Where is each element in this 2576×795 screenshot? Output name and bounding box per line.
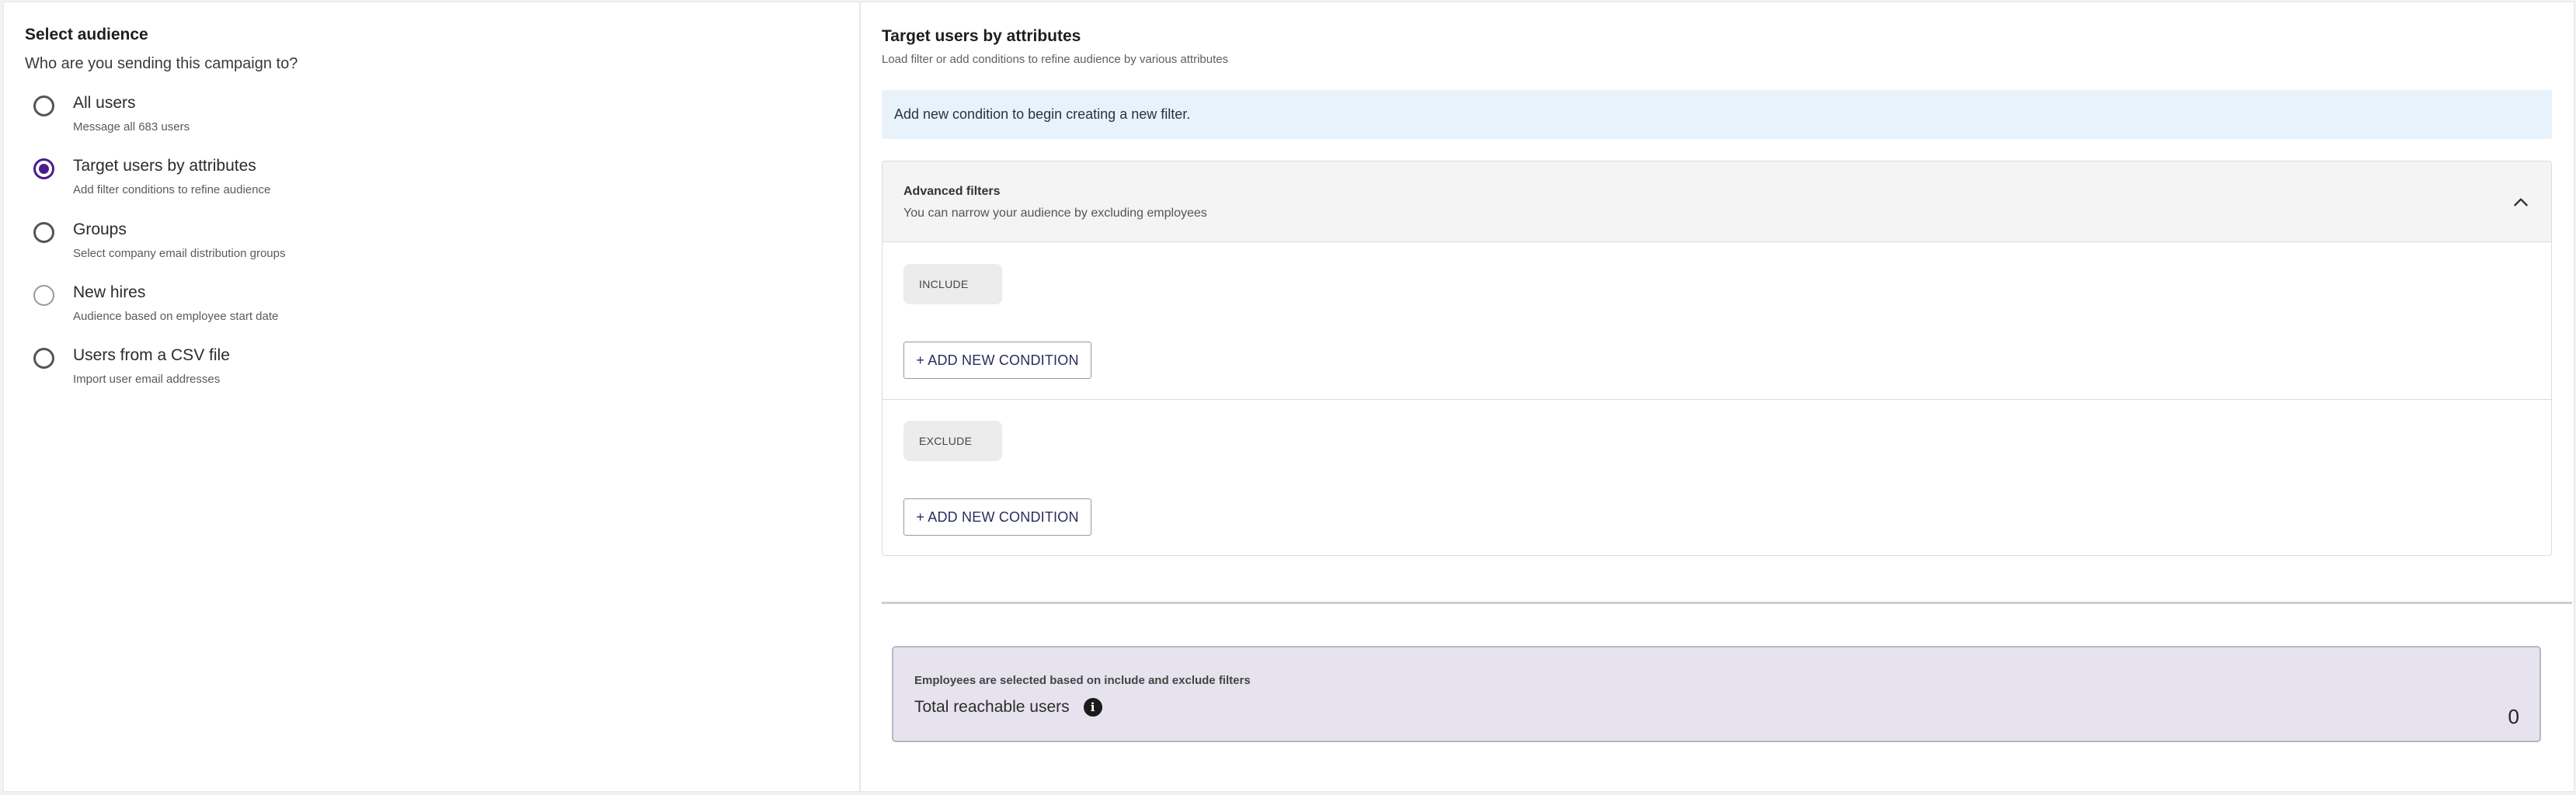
- section-subtitle: Load filter or add conditions to refine …: [882, 53, 1229, 66]
- target-attributes-section: Target users by attributes Load filter o…: [861, 2, 2574, 791]
- info-banner: Add new condition to begin creating a ne…: [882, 90, 2552, 139]
- section-divider: [882, 602, 2572, 604]
- section-title: Target users by attributes: [882, 27, 1081, 45]
- section-question: Who are you sending this campaign to?: [25, 55, 298, 72]
- option-description: Audience based on employee start date: [73, 310, 279, 323]
- option-csv-file[interactable]: Users from a CSV file Import user email …: [33, 346, 230, 386]
- reachable-users-card: Employees are selected based on include …: [892, 646, 2541, 742]
- audience-panel: Select audience Who are you sending this…: [3, 2, 2574, 792]
- option-description: Message all 683 users: [73, 120, 190, 134]
- advanced-filters-subtitle: You can narrow your audience by excludin…: [903, 207, 1207, 220]
- option-new-hires[interactable]: New hires Audience based on employee sta…: [33, 283, 279, 323]
- include-chip: INCLUDE: [903, 264, 1002, 304]
- advanced-filters-title: Advanced filters: [903, 185, 1001, 198]
- reach-label: Total reachable users: [914, 698, 1070, 716]
- advanced-filters-panel: Advanced filters You can narrow your aud…: [882, 161, 2552, 556]
- radio-all-users[interactable]: [33, 95, 54, 116]
- exclude-chip: EXCLUDE: [903, 421, 1002, 461]
- add-include-condition-button[interactable]: + ADD NEW CONDITION: [903, 342, 1091, 379]
- option-label: Target users by attributes: [73, 157, 256, 175]
- option-all-users[interactable]: All users Message all 683 users: [33, 94, 190, 134]
- radio-csv-file[interactable]: [33, 348, 54, 369]
- radio-new-hires[interactable]: [33, 285, 54, 306]
- reachable-users-count: 0: [2508, 705, 2519, 728]
- select-audience-section: Select audience Who are you sending this…: [4, 2, 861, 791]
- advanced-filters-header[interactable]: Advanced filters You can narrow your aud…: [882, 161, 2551, 242]
- include-block: INCLUDE + ADD NEW CONDITION: [882, 242, 2551, 399]
- option-description: Select company email distribution groups: [73, 247, 286, 260]
- reach-note: Employees are selected based on include …: [914, 674, 1251, 687]
- option-groups[interactable]: Groups Select company email distribution…: [33, 220, 286, 260]
- option-label: Groups: [73, 220, 127, 238]
- option-description: Add filter conditions to refine audience: [73, 183, 271, 196]
- option-description: Import user email addresses: [73, 373, 221, 386]
- add-exclude-condition-button[interactable]: + ADD NEW CONDITION: [903, 498, 1091, 536]
- chevron-up-icon[interactable]: [2511, 193, 2531, 213]
- option-target-by-attributes[interactable]: Target users by attributes Add filter co…: [33, 157, 271, 196]
- option-label: New hires: [73, 283, 146, 301]
- option-label: All users: [73, 94, 136, 112]
- option-label: Users from a CSV file: [73, 346, 230, 364]
- exclude-block: EXCLUDE + ADD NEW CONDITION: [882, 399, 2551, 555]
- radio-groups[interactable]: [33, 222, 54, 243]
- section-title: Select audience: [25, 26, 148, 43]
- radio-target-by-attributes[interactable]: [33, 158, 54, 179]
- info-icon[interactable]: i: [1083, 698, 1102, 717]
